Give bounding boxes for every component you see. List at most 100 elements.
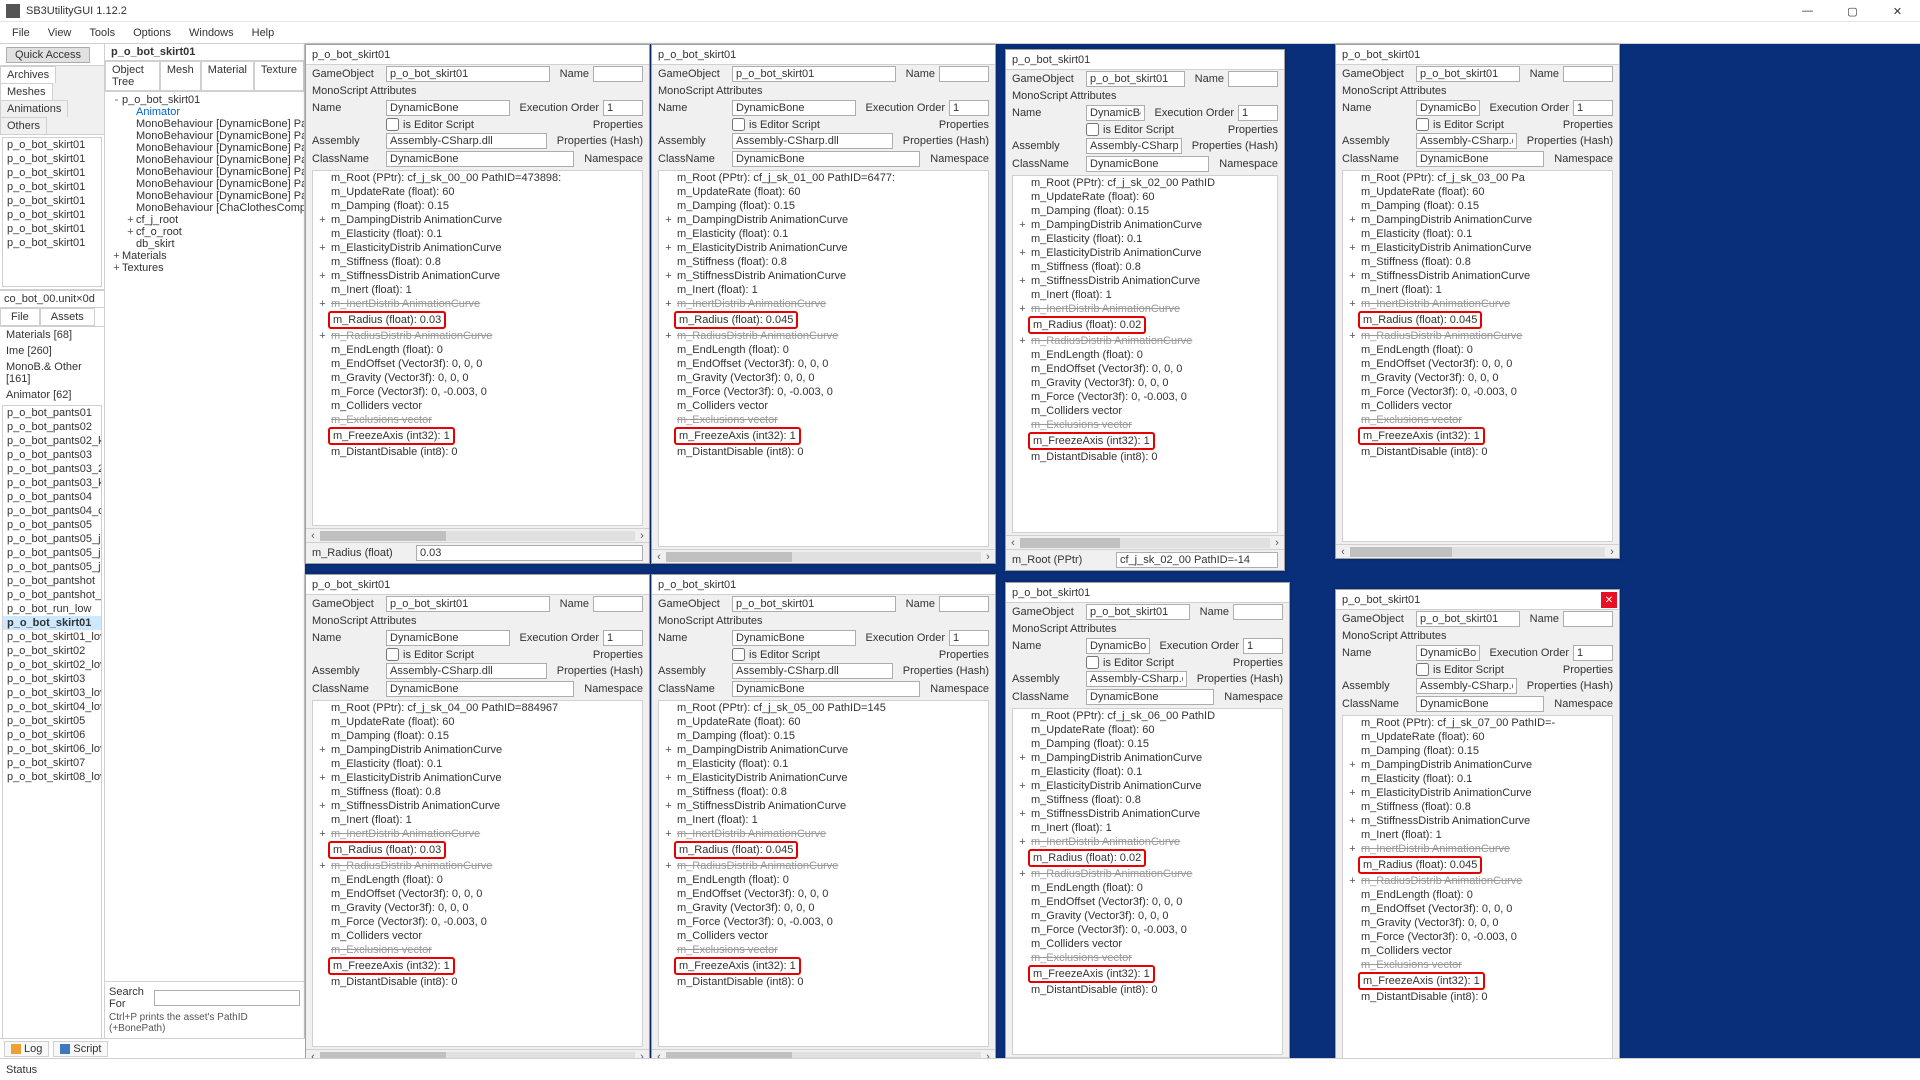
prop-row[interactable]: m_Damping (float): 0.15 bbox=[1343, 744, 1612, 758]
prop-row[interactable]: m_Elasticity (float): 0.1 bbox=[313, 227, 642, 241]
prop-row[interactable]: +m_RadiusDistrib AnimationCurve bbox=[313, 859, 642, 873]
panel-close-button[interactable]: ✕ bbox=[1601, 592, 1617, 608]
prop-row[interactable]: m_UpdateRate (float): 60 bbox=[313, 185, 642, 199]
left-list[interactable]: p_o_bot_skirt01p_o_bot_skirt01p_o_bot_sk… bbox=[2, 137, 102, 287]
prop-row[interactable]: +m_ElasticityDistrib AnimationCurve bbox=[313, 241, 642, 255]
prop-row[interactable]: m_Exclusions vector bbox=[1013, 418, 1277, 432]
prop-row[interactable]: +m_DampingDistrib AnimationCurve bbox=[1013, 751, 1282, 765]
document-tab[interactable]: p_o_bot_skirt01 bbox=[105, 44, 304, 61]
asset-list-item[interactable]: p_o_bot_pants04_c bbox=[3, 504, 101, 518]
asset-list-item[interactable]: p_o_bot_pants05 bbox=[3, 518, 101, 532]
h-scrollbar[interactable]: ‹› bbox=[652, 549, 995, 563]
prop-row[interactable]: m_Force (Vector3f): 0, -0.003, 0 bbox=[659, 385, 988, 399]
prop-row[interactable]: +m_StiffnessDistrib AnimationCurve bbox=[1013, 807, 1282, 821]
prop-row[interactable]: m_EndLength (float): 0 bbox=[1013, 348, 1277, 362]
prop-row[interactable]: m_Elasticity (float): 0.1 bbox=[659, 227, 988, 241]
prop-row[interactable]: m_Force (Vector3f): 0, -0.003, 0 bbox=[1013, 923, 1282, 937]
property-tree[interactable]: m_Root (PPtr): cf_j_sk_06_00 PathIDm_Upd… bbox=[1012, 708, 1283, 1055]
prop-row[interactable]: m_EndLength (float): 0 bbox=[313, 873, 642, 887]
prop-row[interactable]: +m_StiffnessDistrib AnimationCurve bbox=[313, 799, 642, 813]
asset-list-item[interactable]: p_o_bot_skirt03 bbox=[3, 672, 101, 686]
prop-row[interactable]: m_Force (Vector3f): 0, -0.003, 0 bbox=[1343, 385, 1612, 399]
exec-order-input[interactable] bbox=[1238, 105, 1278, 121]
prop-row[interactable]: m_DistantDisable (int8): 0 bbox=[1343, 990, 1612, 1004]
prop-row[interactable]: m_EndOffset (Vector3f): 0, 0, 0 bbox=[1013, 362, 1277, 376]
prop-row[interactable]: m_Inert (float): 1 bbox=[659, 813, 988, 827]
panel-title[interactable]: p_o_bot_skirt01 bbox=[1006, 583, 1289, 603]
prop-row[interactable]: +m_InertDistrib AnimationCurve bbox=[1013, 835, 1282, 849]
prop-row[interactable]: +m_RadiusDistrib AnimationCurve bbox=[1343, 329, 1612, 343]
prop-row[interactable]: m_Inert (float): 1 bbox=[659, 283, 988, 297]
prop-row[interactable]: m_Stiffness (float): 0.8 bbox=[1013, 260, 1277, 274]
prop-row[interactable]: m_Radius (float): 0.02 bbox=[1013, 316, 1277, 334]
list-item[interactable]: p_o_bot_skirt01 bbox=[3, 208, 101, 222]
asset-list-item[interactable]: p_o_bot_pants03_2 bbox=[3, 462, 101, 476]
mid-tab-mesh[interactable]: Mesh bbox=[160, 61, 201, 91]
prop-row[interactable]: +m_InertDistrib AnimationCurve bbox=[659, 297, 988, 311]
mono-name-input[interactable] bbox=[386, 630, 510, 646]
name-input[interactable] bbox=[1228, 71, 1278, 87]
tree-node[interactable]: +Materials bbox=[107, 250, 302, 262]
prop-row[interactable]: m_Inert (float): 1 bbox=[1013, 821, 1282, 835]
prop-row[interactable]: m_DistantDisable (int8): 0 bbox=[313, 445, 642, 459]
prop-row[interactable]: +m_ElasticityDistrib AnimationCurve bbox=[1013, 779, 1282, 793]
asset-list-item[interactable]: p_o_bot_skirt08_lov bbox=[3, 770, 101, 784]
prop-row[interactable]: m_Damping (float): 0.15 bbox=[1013, 737, 1282, 751]
tree-node[interactable]: MonoBehaviour [ChaClothesComponent] Path bbox=[107, 202, 302, 214]
prop-row[interactable]: m_FreezeAxis (int32): 1 bbox=[659, 427, 988, 445]
property-tree[interactable]: m_Root (PPtr): cf_j_sk_01_00 PathID=6477… bbox=[658, 170, 989, 547]
editor-script-checkbox[interactable] bbox=[1086, 656, 1099, 669]
assembly-input[interactable] bbox=[386, 663, 547, 679]
prop-row[interactable]: +m_ElasticityDistrib AnimationCurve bbox=[1343, 241, 1612, 255]
prop-row[interactable]: m_Radius (float): 0.03 bbox=[313, 841, 642, 859]
panel-title[interactable]: p_o_bot_skirt01 bbox=[1336, 45, 1619, 65]
prop-row[interactable]: m_Damping (float): 0.15 bbox=[1343, 199, 1612, 213]
editor-script-checkbox[interactable] bbox=[732, 648, 745, 661]
editor-script-checkbox[interactable] bbox=[386, 648, 399, 661]
prop-row[interactable]: +m_DampingDistrib AnimationCurve bbox=[1343, 213, 1612, 227]
prop-row[interactable]: m_Root (PPtr): cf_j_sk_07_00 PathID=- bbox=[1343, 716, 1612, 730]
mono-name-input[interactable] bbox=[1416, 645, 1480, 661]
list-item[interactable]: p_o_bot_skirt01 bbox=[3, 236, 101, 250]
prop-row[interactable]: m_Root (PPtr): cf_j_sk_03_00 Pa bbox=[1343, 171, 1612, 185]
prop-row[interactable]: m_EndLength (float): 0 bbox=[659, 873, 988, 887]
prop-row[interactable]: m_Inert (float): 1 bbox=[1343, 828, 1612, 842]
asset-list-item[interactable]: p_o_bot_skirt02_lov bbox=[3, 658, 101, 672]
prop-row[interactable]: m_Damping (float): 0.15 bbox=[1013, 204, 1277, 218]
asset-list-item[interactable]: p_o_bot_run_low bbox=[3, 602, 101, 616]
gameobject-input[interactable] bbox=[1416, 611, 1520, 627]
asset-list-item[interactable]: p_o_bot_skirt06 bbox=[3, 728, 101, 742]
prop-row[interactable]: +m_RadiusDistrib AnimationCurve bbox=[1013, 867, 1282, 881]
asset-list-item[interactable]: p_o_bot_skirt01 bbox=[3, 616, 101, 630]
prop-row[interactable]: m_Stiffness (float): 0.8 bbox=[313, 785, 642, 799]
prop-row[interactable]: +m_StiffnessDistrib AnimationCurve bbox=[313, 269, 642, 283]
asset-list-item[interactable]: p_o_bot_pants05_ji bbox=[3, 532, 101, 546]
menu-file[interactable]: File bbox=[4, 25, 38, 41]
classname-input[interactable] bbox=[1086, 689, 1214, 705]
tree-node[interactable]: -p_o_bot_skirt01 bbox=[107, 94, 302, 106]
name-input[interactable] bbox=[939, 66, 989, 82]
prop-row[interactable]: m_Damping (float): 0.15 bbox=[659, 199, 988, 213]
prop-row[interactable]: m_EndLength (float): 0 bbox=[1343, 343, 1612, 357]
exec-order-input[interactable] bbox=[603, 100, 643, 116]
tree-node[interactable]: db_skirt bbox=[107, 238, 302, 250]
prop-row[interactable]: m_FreezeAxis (int32): 1 bbox=[659, 957, 988, 975]
name-input[interactable] bbox=[593, 596, 643, 612]
footer-prop-input[interactable] bbox=[416, 545, 643, 561]
prop-row[interactable]: m_Root (PPtr): cf_j_sk_05_00 PathID=145 bbox=[659, 701, 988, 715]
prop-row[interactable]: m_Stiffness (float): 0.8 bbox=[313, 255, 642, 269]
prop-row[interactable]: m_Exclusions vector bbox=[659, 413, 988, 427]
exec-order-input[interactable] bbox=[1573, 100, 1613, 116]
prop-row[interactable]: m_Gravity (Vector3f): 0, 0, 0 bbox=[313, 371, 642, 385]
tab-animations[interactable]: Animations bbox=[0, 100, 68, 117]
prop-row[interactable]: m_EndOffset (Vector3f): 0, 0, 0 bbox=[659, 357, 988, 371]
gameobject-input[interactable] bbox=[732, 596, 896, 612]
prop-row[interactable]: +m_DampingDistrib AnimationCurve bbox=[1013, 218, 1277, 232]
asset-list[interactable]: p_o_bot_pants01p_o_bot_pants02p_o_bot_pa… bbox=[2, 405, 102, 1056]
editor-script-checkbox[interactable] bbox=[732, 118, 745, 131]
asset-list-item[interactable]: p_o_bot_pants04 bbox=[3, 490, 101, 504]
asset-list-item[interactable]: p_o_bot_pants02_k bbox=[3, 434, 101, 448]
tree-node[interactable]: MonoBehaviour [DynamicBone] PathID=38740 bbox=[107, 178, 302, 190]
classname-input[interactable] bbox=[1416, 696, 1544, 712]
gameobject-input[interactable] bbox=[732, 66, 896, 82]
